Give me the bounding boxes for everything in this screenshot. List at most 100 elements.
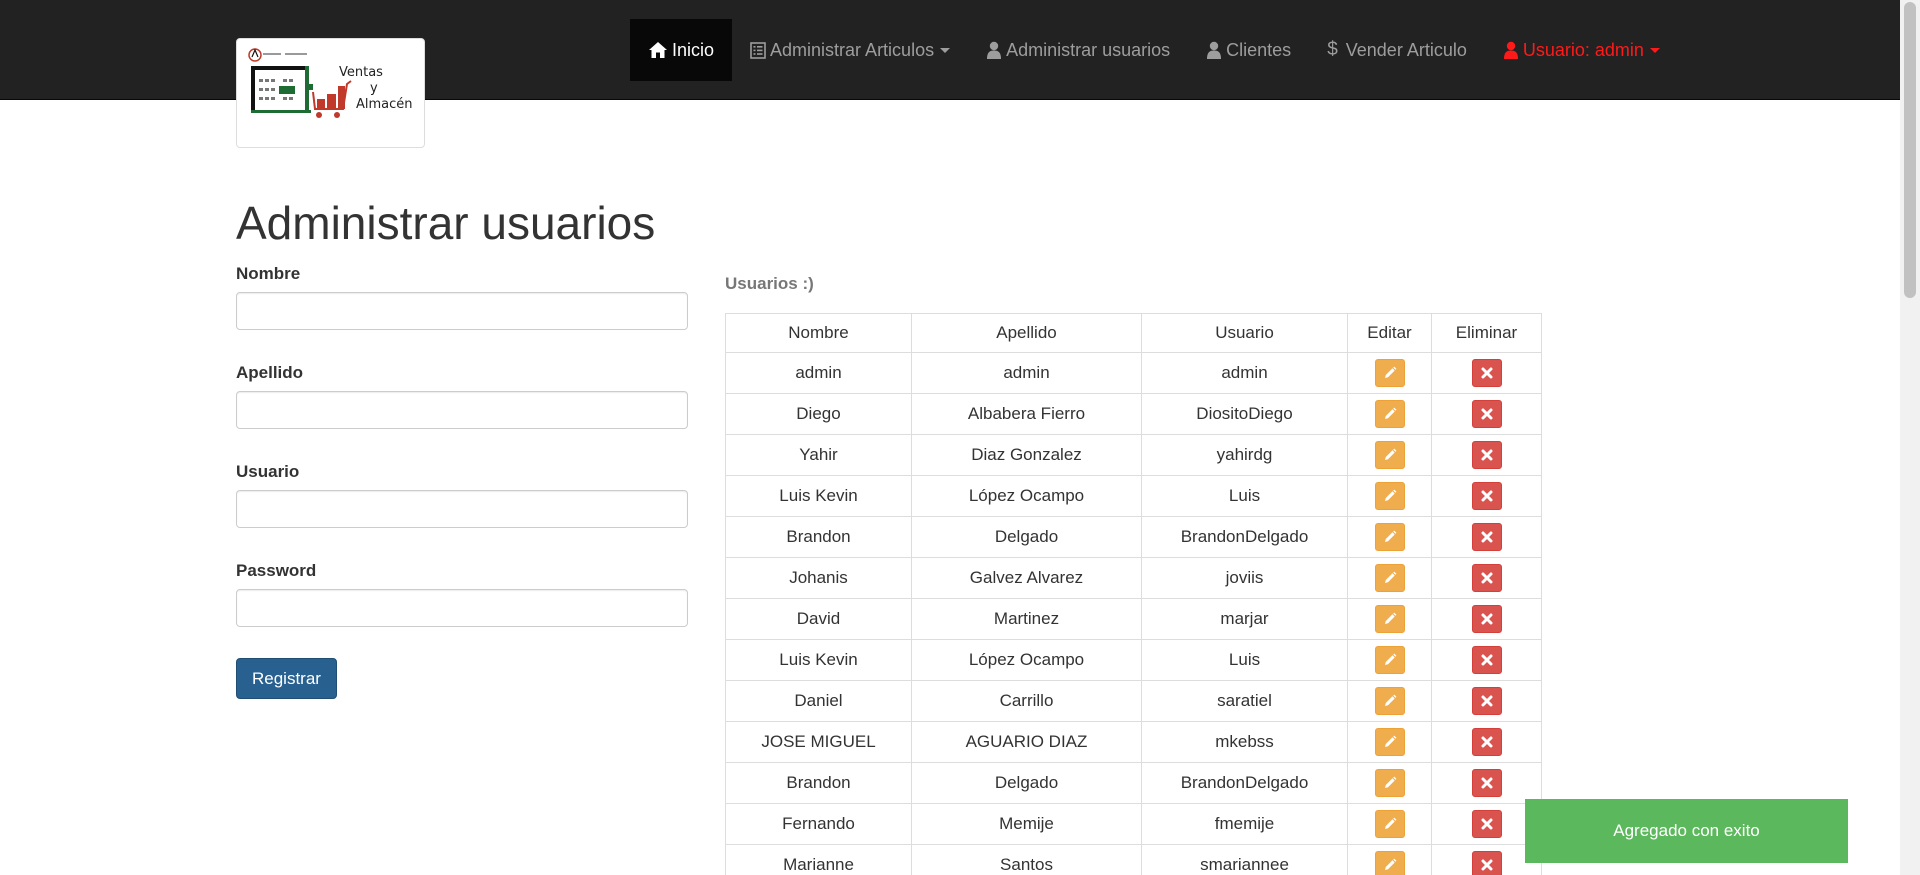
cell-apellido: Martinez	[911, 598, 1142, 640]
cell-editar	[1347, 475, 1432, 517]
nav-administrar-articulos[interactable]: Administrar Articulos	[732, 19, 968, 81]
delete-button[interactable]	[1471, 400, 1502, 428]
cell-nombre: Daniel	[725, 680, 912, 722]
delete-button[interactable]	[1471, 564, 1502, 592]
nav-inicio[interactable]: Inicio	[630, 19, 733, 81]
remove-icon	[1481, 408, 1493, 420]
delete-button[interactable]	[1471, 359, 1502, 387]
edit-button[interactable]	[1374, 687, 1405, 715]
cell-apellido: Santos	[911, 844, 1142, 875]
delete-button[interactable]	[1471, 523, 1502, 551]
table-row: Daniel Carrillo saratiel	[725, 680, 1542, 722]
cell-nombre: Fernando	[725, 803, 912, 845]
cell-eliminar	[1431, 557, 1542, 599]
remove-icon	[1481, 613, 1493, 625]
cell-usuario: BrandonDelgado	[1141, 516, 1348, 558]
password-label: Password	[236, 561, 317, 580]
cell-eliminar	[1431, 639, 1542, 681]
table-row: David Martinez marjar	[725, 598, 1542, 640]
pencil-icon	[1383, 571, 1397, 585]
nav-inicio-label: Inicio	[672, 39, 715, 60]
delete-button[interactable]	[1471, 810, 1502, 838]
cell-usuario: DiositoDiego	[1141, 393, 1348, 435]
pencil-icon	[1383, 694, 1397, 708]
edit-button[interactable]	[1374, 359, 1405, 387]
user-icon	[1503, 41, 1519, 59]
apellido-input[interactable]	[236, 391, 688, 429]
cell-apellido: Memije	[911, 803, 1142, 845]
delete-button[interactable]	[1471, 482, 1502, 510]
cell-apellido: Galvez Alvarez	[911, 557, 1142, 599]
edit-button[interactable]	[1374, 810, 1405, 838]
cell-eliminar	[1431, 516, 1542, 558]
delete-button[interactable]	[1471, 441, 1502, 469]
nombre-input[interactable]	[236, 292, 688, 330]
cell-apellido: López Ocampo	[911, 639, 1142, 681]
pencil-icon	[1383, 817, 1397, 831]
caret-down-icon	[1649, 47, 1660, 53]
cell-editar	[1347, 393, 1432, 435]
cell-usuario: Luis	[1141, 475, 1348, 517]
cell-apellido: Diaz Gonzalez	[911, 434, 1142, 476]
scrollbar-thumb[interactable]	[1904, 2, 1916, 298]
delete-button[interactable]	[1471, 728, 1502, 756]
cell-nombre: Johanis	[725, 557, 912, 599]
delete-button[interactable]	[1471, 646, 1502, 674]
cell-nombre: JOSE MIGUEL	[725, 721, 912, 763]
cell-nombre: Yahir	[725, 434, 912, 476]
brand-logo[interactable]: Ventas y Almacén	[236, 38, 425, 148]
main-nav: Inicio Administrar Articulos Administrar…	[630, 19, 1678, 81]
pencil-icon	[1383, 858, 1397, 872]
cell-usuario: joviis	[1141, 557, 1348, 599]
register-user-form: Nombre Apellido Usuario Password Registr…	[236, 262, 688, 699]
page-scrollbar[interactable]	[1900, 0, 1920, 875]
warehouse-cart-logo-graphic	[248, 48, 352, 118]
delete-button[interactable]	[1471, 687, 1502, 715]
password-input[interactable]	[236, 589, 688, 627]
logo-text-almacen: Almacén	[356, 97, 413, 112]
success-toast: Agregado con exito	[1525, 799, 1848, 863]
pencil-icon	[1383, 407, 1397, 421]
remove-icon	[1481, 777, 1493, 789]
remove-icon	[1481, 531, 1493, 543]
table-row: Yahir Diaz Gonzalez yahirdg	[725, 434, 1542, 476]
edit-button[interactable]	[1374, 605, 1405, 633]
edit-button[interactable]	[1374, 851, 1405, 875]
edit-button[interactable]	[1374, 400, 1405, 428]
edit-button[interactable]	[1374, 564, 1405, 592]
table-row: Brandon Delgado BrandonDelgado	[725, 762, 1542, 804]
cell-editar	[1347, 721, 1432, 763]
delete-button[interactable]	[1471, 851, 1502, 875]
table-row: Fernando Memije fmemije	[725, 803, 1542, 845]
edit-button[interactable]	[1374, 646, 1405, 674]
cell-nombre: Luis Kevin	[725, 475, 912, 517]
usuario-label: Usuario	[236, 462, 300, 481]
edit-button[interactable]	[1374, 482, 1405, 510]
cell-nombre: Diego	[725, 393, 912, 435]
pencil-icon	[1383, 735, 1397, 749]
edit-button[interactable]	[1374, 523, 1405, 551]
usuario-input[interactable]	[236, 490, 688, 528]
header-apellido: Apellido	[911, 313, 1142, 353]
table-row: Marianne Santos smariannee	[725, 844, 1542, 875]
nav-user-menu[interactable]: Usuario: admin	[1485, 19, 1678, 81]
nav-vender-articulo[interactable]: $ Vender Articulo	[1309, 19, 1485, 81]
edit-button[interactable]	[1374, 441, 1405, 469]
cell-usuario: marjar	[1141, 598, 1348, 640]
registrar-button[interactable]: Registrar	[236, 658, 337, 699]
remove-icon	[1481, 818, 1493, 830]
cell-usuario: mkebss	[1141, 721, 1348, 763]
cell-nombre: admin	[725, 352, 912, 394]
nav-clientes[interactable]: Clientes	[1188, 19, 1309, 81]
table-row: JOSE MIGUEL AGUARIO DIAZ mkebss	[725, 721, 1542, 763]
delete-button[interactable]	[1471, 605, 1502, 633]
edit-button[interactable]	[1374, 728, 1405, 756]
cell-apellido: Carrillo	[911, 680, 1142, 722]
caret-down-icon	[940, 47, 951, 53]
header-eliminar: Eliminar	[1431, 313, 1542, 353]
nav-administrar-usuarios[interactable]: Administrar usuarios	[968, 19, 1188, 81]
delete-button[interactable]	[1471, 769, 1502, 797]
remove-icon	[1481, 859, 1493, 871]
edit-button[interactable]	[1374, 769, 1405, 797]
cell-eliminar	[1431, 762, 1542, 804]
